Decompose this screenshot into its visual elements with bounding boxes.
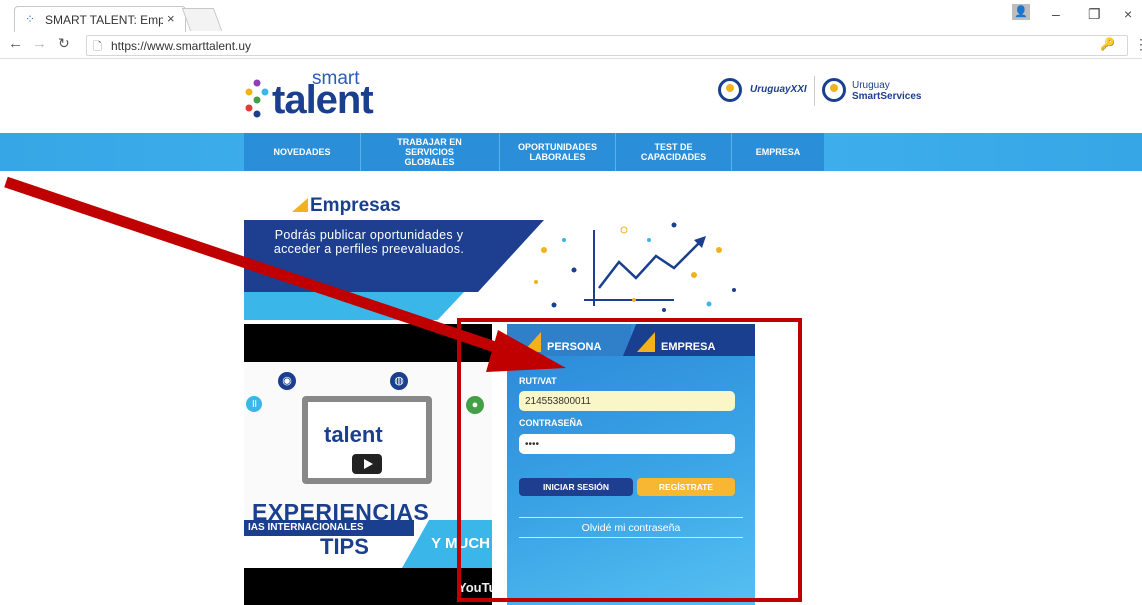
nav-test[interactable]: TEST DE CAPACIDADES (616, 133, 732, 171)
smart-services-emblem-icon (822, 78, 846, 102)
nav-trabajar[interactable]: TRABAJAR EN SERVICIOS GLOBALES (360, 133, 500, 171)
logo-dots-icon (245, 79, 269, 118)
main-nav: NOVEDADES TRABAJAR EN SERVICIOS GLOBALES… (0, 133, 1142, 171)
pause-icon: ॥ (246, 396, 262, 412)
partner2-line1: Uruguay (852, 80, 890, 91)
annotation-highlight-box (457, 318, 802, 602)
partner-logos: UruguayXXI Uruguay SmartServices (718, 76, 922, 108)
uruguay-xxi-emblem-icon (718, 78, 742, 102)
browser-menu-icon[interactable]: ⋮ (1134, 36, 1142, 53)
nav-oportunidades[interactable]: OPORTUNIDADES LABORALES (500, 133, 616, 171)
banner-text: Podrás publicar oportunidades y acceder … (273, 228, 465, 256)
video-tips-text: TIPS (320, 534, 369, 559)
browser-tab[interactable]: ⁘ SMART TALENT: Empresa × (14, 6, 186, 33)
url-input[interactable]: 🗋 https://www.smarttalent.uy 🔑 (86, 35, 1128, 56)
nav-empresa[interactable]: EMPRESA (732, 133, 824, 171)
close-window-button[interactable]: × (1124, 6, 1132, 22)
key-icon[interactable]: 🔑 (1100, 37, 1115, 51)
back-arrow-icon[interactable]: ← (8, 35, 23, 52)
banner-band-light (244, 292, 464, 320)
reload-icon[interactable]: ↻ (58, 35, 70, 52)
main-nav-inner: NOVEDADES TRABAJAR EN SERVICIOS GLOBALES… (244, 133, 824, 171)
globe-icon: ◉ (278, 372, 296, 390)
heading-triangle-icon (292, 198, 308, 212)
user-profile-icon[interactable]: 👤 (1012, 4, 1030, 20)
smart-talent-logo[interactable]: smart talent (244, 68, 414, 122)
page-icon: 🗋 (93, 41, 102, 53)
lightbulb-icon: ◍ (390, 372, 408, 390)
video-logo-text: talent (324, 422, 383, 447)
partner1-text: UruguayXXI (750, 84, 807, 95)
empresas-banner: Podrás publicar oportunidades y acceder … (244, 220, 754, 320)
youtube-video-player[interactable]: ◉ ◍ ॥ ● talent EXPERIENCIAS IAS INTERNAC… (244, 324, 492, 605)
tab-close-icon[interactable]: × (167, 11, 175, 26)
forward-arrow-icon[interactable]: → (32, 35, 47, 52)
url-text: https://www.smarttalent.uy (111, 39, 252, 53)
minimize-button[interactable]: – (1052, 6, 1060, 22)
nav-novedades[interactable]: NOVEDADES (244, 133, 361, 171)
restore-button[interactable]: ❐ (1088, 6, 1101, 23)
tab-title: SMART TALENT: Empresa (45, 13, 163, 27)
play-button-icon[interactable] (352, 454, 382, 474)
empresas-heading: Empresas (310, 195, 401, 216)
partner2-line2: SmartServices (852, 91, 922, 102)
browser-tab-bar: ⁘ SMART TALENT: Empresa × 👤 – ❐ × (0, 0, 1142, 33)
favicon-icon: ⁘ (25, 12, 36, 26)
growth-chart-illustration (534, 222, 736, 312)
partner-divider (814, 76, 815, 106)
new-tab-button[interactable] (181, 8, 223, 31)
address-bar-row: ← → ↻ 🗋 https://www.smarttalent.uy 🔑 (0, 32, 1142, 59)
logo-talent-text: talent (272, 78, 374, 122)
video-band: IAS INTERNACIONALES TIPS Y MUCH (244, 520, 492, 568)
